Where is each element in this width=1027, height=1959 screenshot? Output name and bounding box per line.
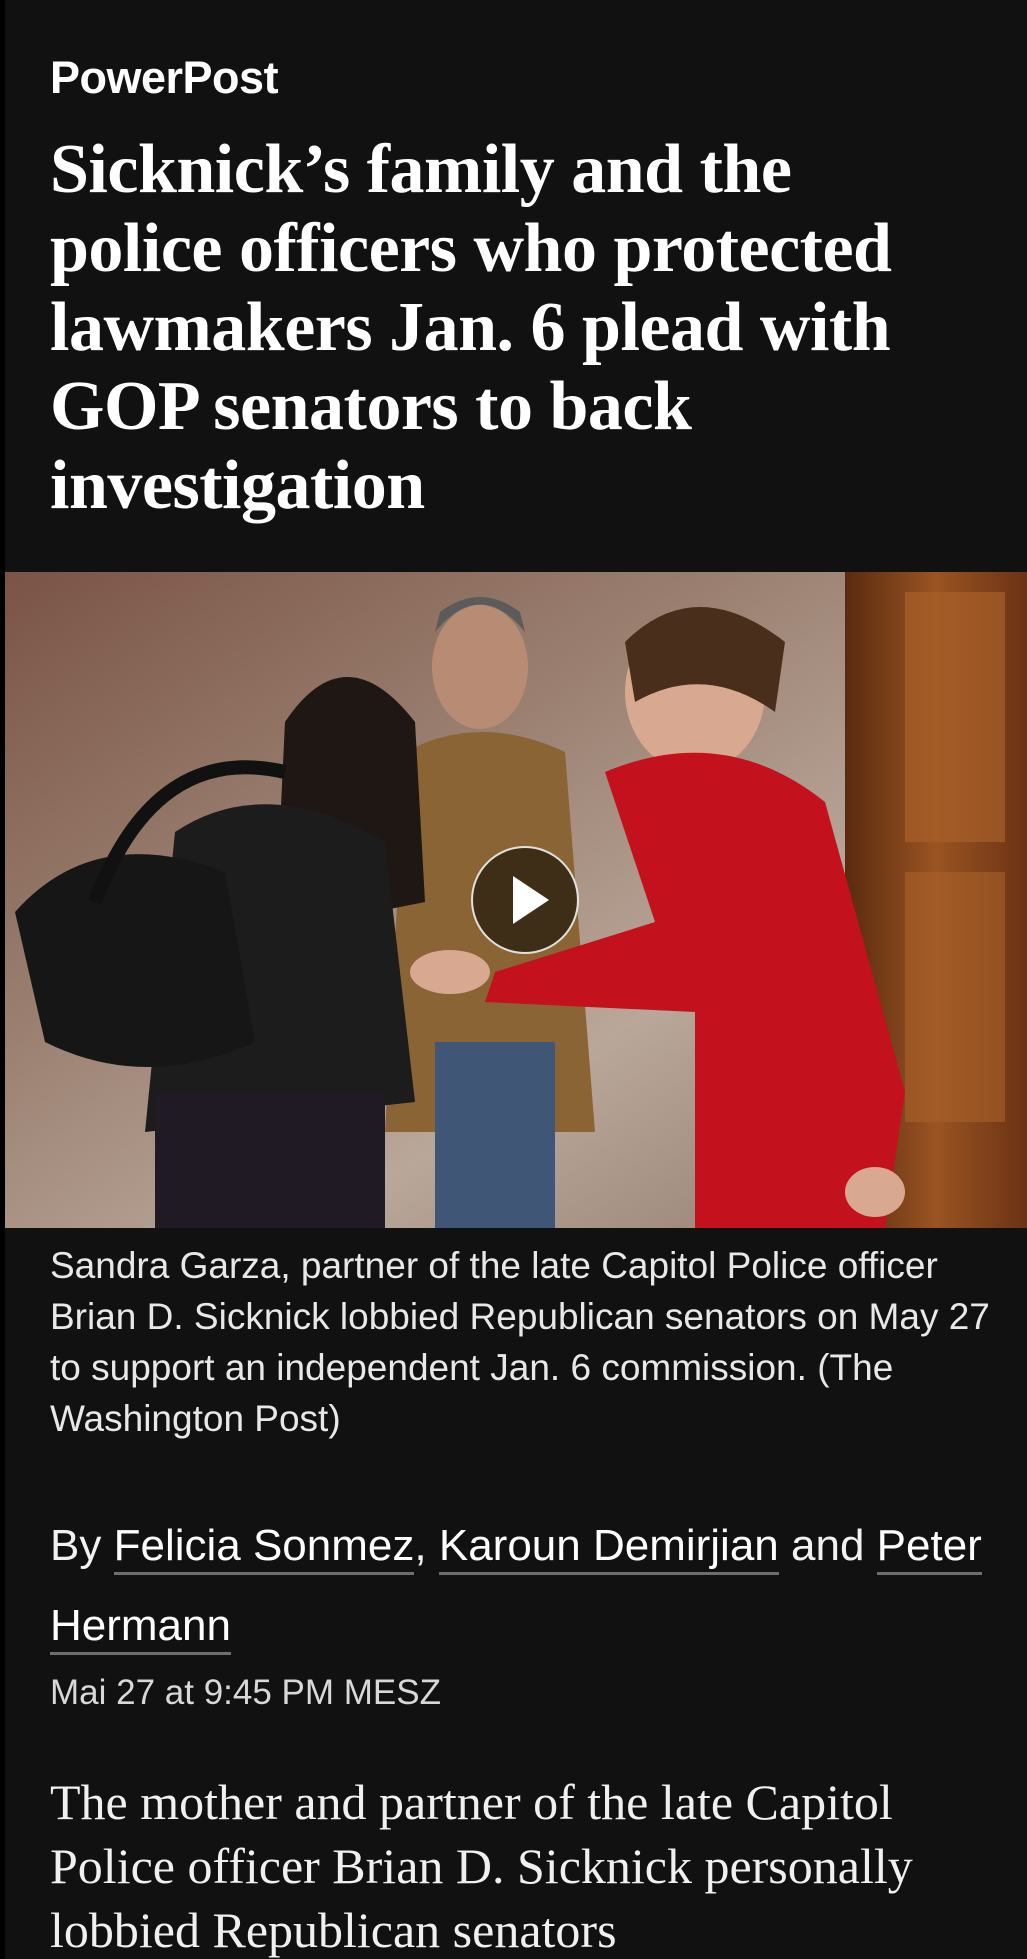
video-thumbnail[interactable] [5, 572, 1027, 1228]
play-button[interactable] [471, 846, 579, 954]
byline-conjunction: and [791, 1521, 865, 1570]
article-body-paragraph: The mother and partner of the late Capit… [50, 1774, 913, 1958]
author-link-karoun-demirjian[interactable]: Karoun Demirjian [438, 1521, 779, 1575]
byline: By Felicia Sonmez, Karoun Demirjian and … [50, 1506, 1000, 1666]
byline-prefix: By [50, 1521, 102, 1570]
play-icon [513, 876, 549, 924]
author-link-felicia-sonmez[interactable]: Felicia Sonmez [113, 1521, 415, 1575]
article-headline: Sicknick’s family and the police officer… [50, 131, 892, 524]
byline-separator: , [414, 1521, 427, 1570]
photo-caption: Sandra Garza, partner of the late Capito… [50, 1245, 990, 1439]
section-kicker[interactable]: PowerPost [50, 52, 279, 104]
publish-timestamp: Mai 27 at 9:45 PM MESZ [50, 1673, 441, 1712]
